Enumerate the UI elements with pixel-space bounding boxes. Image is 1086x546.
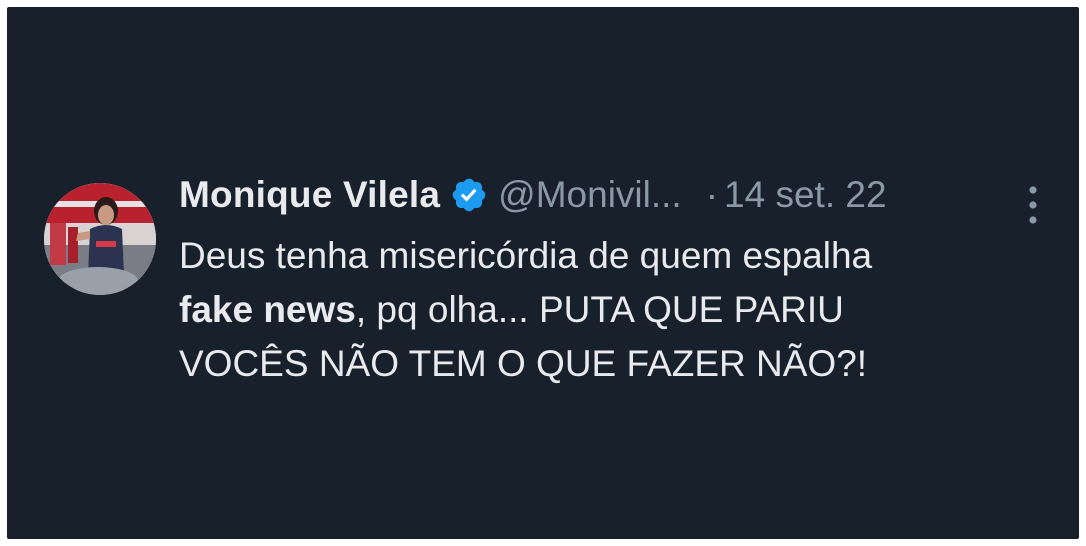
separator-dot: · (705, 174, 719, 215)
display-name[interactable]: Monique Vilela (179, 174, 440, 216)
tweet-header: Monique Vilela @Monivil... · 14 set. 22 (179, 170, 887, 220)
more-options-button[interactable] (1023, 185, 1043, 225)
user-handle[interactable]: @Monivil... (498, 174, 682, 216)
verified-badge-icon (450, 176, 488, 214)
tweet-text-line-1: Deus tenha misericórdia de quem espalha (179, 235, 873, 276)
tweet-text-bold: fake news (179, 289, 356, 330)
avatar-photo (44, 183, 156, 295)
tweet-text-line-3: VOCÊS NÃO TEM O QUE FAZER NÃO?! (179, 343, 868, 384)
tweet-text: Deus tenha misericórdia de quem espalha … (179, 229, 1039, 391)
tweet-date[interactable]: 14 set. 22 (724, 174, 887, 216)
more-vertical-icon (1029, 186, 1037, 224)
avatar[interactable] (44, 183, 156, 295)
tweet-text-line-2: , pq olha... PUTA QUE PARIU (355, 289, 844, 330)
